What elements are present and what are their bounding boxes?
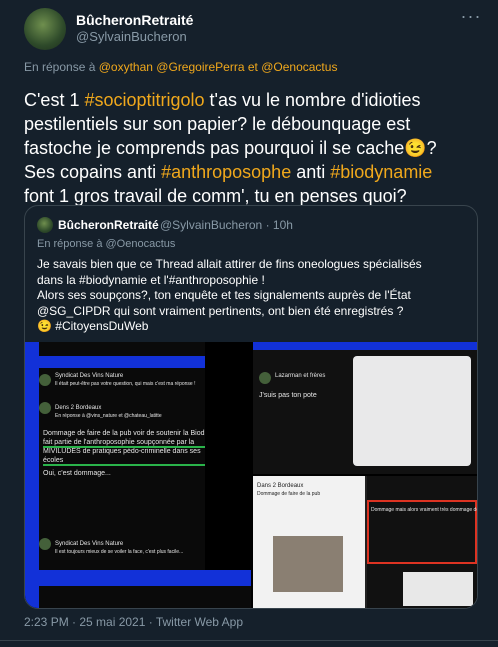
underline-mark — [43, 464, 213, 466]
divider — [0, 640, 498, 641]
media-text: Dens 2 Bordeaux — [55, 405, 102, 411]
side-panel — [205, 342, 251, 570]
media-text: Lazarman et frères — [275, 373, 326, 379]
quoted-text-line: @SG_CIPDR qui sont vraiment pertinents, … — [37, 303, 404, 318]
media-text: En réponse à @vins_nature et @chateau_la… — [55, 413, 162, 419]
media-text: Oui, c'est dommage... — [43, 470, 111, 477]
reply-and: et — [247, 60, 258, 74]
quoted-reply-prefix: En réponse à — [37, 238, 103, 250]
quoted-author-name: BûcheronRetraité — [58, 218, 159, 232]
media-text: Il était peut-être pas votre question, q… — [55, 381, 196, 387]
quoted-text-line: Je savais bien que ce Thread allait atti… — [37, 257, 422, 271]
reply-context: En réponse à @oxythan @GregoirePerra et … — [24, 60, 337, 74]
quoted-avatar — [37, 217, 53, 233]
media-text: J'suis pas ton pote — [259, 392, 317, 399]
quoted-text-line: Alors ses soupçons?, ton enquête et tes … — [37, 288, 411, 302]
blue-panel — [25, 342, 39, 608]
settings-window — [403, 572, 473, 606]
tweet-text-part: anti — [291, 162, 331, 182]
reply-prefix: En réponse à — [24, 60, 96, 74]
media-text: Dommage mais alors vraiment très dommage… — [371, 507, 477, 513]
mini-avatar — [39, 538, 51, 550]
media-image-1[interactable]: Syndicat Des Vins Nature Il était peut-ê… — [25, 342, 251, 608]
reply-user-gregoireperra[interactable]: @GregoirePerra — [156, 60, 244, 74]
media-text: Il est toujours mieux de se voiler la fa… — [55, 549, 184, 555]
tweet-text: C'est 1 #socioptitrigolo t'as vu le nomb… — [24, 88, 484, 208]
tweet-text-part: Ses copains anti — [24, 162, 162, 182]
more-options-icon[interactable]: ··· — [458, 6, 484, 26]
quoted-reply-user: @Oenocactus — [105, 238, 176, 250]
blue-panel — [25, 570, 251, 586]
media-text: Dommage de faire de la pub voir de soute… — [43, 430, 216, 437]
tweet-text-part: C'est 1 — [24, 90, 85, 110]
media-text: MIVILUDES de pratiques pédo-criminelle d… — [43, 448, 201, 455]
author-name[interactable]: BûcheronRetraité — [76, 12, 193, 28]
quoted-handle-time: @SylvainBucheron · 10h — [160, 218, 293, 232]
quoted-tweet[interactable]: BûcheronRetraité @SylvainBucheron · 10h … — [24, 205, 478, 609]
settings-window — [353, 356, 471, 466]
tweet-text-line: fastoche je comprends pas pourquoi il se… — [24, 138, 437, 158]
tweet-text-part: t'as vu le nombre d'idioties — [204, 90, 421, 110]
media-grid: Syndicat Des Vins Nature Il était peut-ê… — [25, 342, 477, 608]
quoted-text: Je savais bien que ce Thread allait atti… — [37, 257, 462, 335]
avatar[interactable] — [24, 8, 66, 50]
photo-panel — [273, 536, 343, 592]
mini-avatar — [39, 374, 51, 386]
mini-avatar — [259, 372, 271, 384]
tweet-detail: BûcheronRetraité @SylvainBucheron ··· En… — [0, 0, 498, 647]
quoted-text-line: 😉 #CitoyensDuWeb — [37, 319, 149, 333]
reply-user-oenocactus[interactable]: @Oenocactus — [261, 60, 337, 74]
media-text: Syndicat Des Vins Nature — [55, 373, 124, 379]
quoted-text-line: dans la #biodynamie et l'#anthroposophie… — [37, 272, 265, 287]
hashtag-anthroposophe[interactable]: #anthroposophe — [161, 162, 291, 182]
reply-user-oxythan[interactable]: @oxythan — [99, 60, 153, 74]
tweet-text-line: pestilentiels sur son papier? le débounq… — [24, 114, 411, 134]
media-text: Dans 2 Bordeaux — [257, 483, 304, 489]
underline-mark — [43, 446, 213, 448]
tweet-timestamp[interactable]: 2:23 PM · 25 mai 2021 · Twitter Web App — [24, 615, 243, 629]
hashtag-biodynamie[interactable]: #biodynamie — [330, 162, 432, 182]
media-text: Syndicat Des Vins Nature — [55, 541, 124, 547]
hashtag-socioptitrigolo[interactable]: #socioptitrigolo — [84, 90, 204, 110]
blue-panel — [253, 342, 477, 350]
author-handle[interactable]: @SylvainBucheron — [76, 29, 187, 44]
media-image-3[interactable]: Dans 2 Bordeaux Dommage de faire de la p… — [253, 476, 477, 608]
media-text: Dommage de faire de la pub — [257, 491, 321, 497]
media-image-2[interactable]: Lazarman et frères J'suis pas ton pote — [253, 342, 477, 474]
quoted-reply-context: En réponse à @Oenocactus — [37, 238, 175, 250]
mini-avatar — [39, 402, 51, 414]
